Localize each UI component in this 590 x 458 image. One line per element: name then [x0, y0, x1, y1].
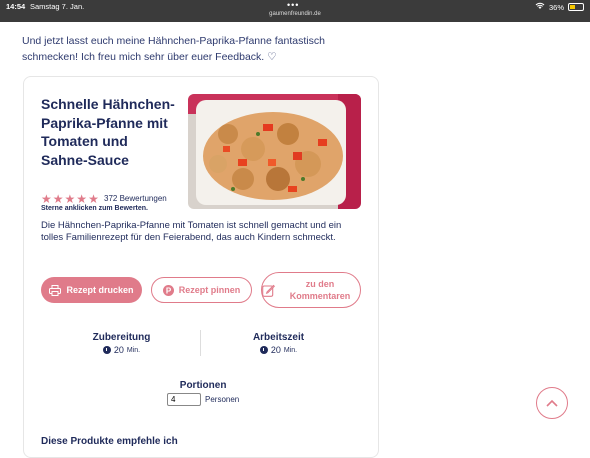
scroll-to-top-button[interactable]: [536, 387, 568, 419]
prep-time: Zubereitung 20 Min.: [79, 332, 164, 355]
prep-time-value: 20: [113, 345, 124, 355]
status-right: 36%: [535, 2, 584, 12]
star-icon[interactable]: ★: [53, 193, 64, 205]
clock-icon: [259, 346, 268, 354]
svg-text:P: P: [166, 286, 172, 295]
star-icon[interactable]: ★: [41, 193, 52, 205]
portions: Portionen Personen: [167, 380, 239, 406]
portions-unit: Personen: [205, 395, 240, 404]
recipe-photo: [188, 94, 361, 209]
status-time: 14:54: [6, 2, 26, 11]
wifi-icon: [535, 2, 545, 12]
info-divider: [200, 330, 201, 356]
status-date: Samstag 7. Jan.: [30, 2, 85, 11]
work-time-value: 20: [270, 345, 281, 355]
pin-recipe-button[interactable]: P Rezept pinnen: [151, 277, 252, 303]
star-icon[interactable]: ★: [65, 193, 76, 205]
pinterest-icon: P: [162, 284, 174, 296]
prep-time-unit: Min.: [126, 346, 141, 354]
edit-icon: [262, 284, 275, 297]
battery-icon: [568, 3, 584, 11]
recipe-description: Die Hähnchen-Paprika-Pfanne mit Tomaten …: [41, 220, 342, 243]
status-bar: 14:54 Samstag 7. Jan. ••• gaumenfreundin…: [0, 0, 590, 22]
rating-hint: Sterne anklicken zum Bewerten.: [41, 205, 148, 212]
work-time-label: Arbeitszeit: [252, 332, 305, 343]
comments-button[interactable]: zu den Kommentaren: [261, 272, 361, 308]
comments-label: zu den Kommentaren: [289, 279, 351, 301]
portions-input[interactable]: [167, 393, 201, 406]
chevron-up-icon: [546, 394, 558, 412]
address-url[interactable]: gaumenfreundin.de: [0, 11, 590, 17]
prep-time-label: Zubereitung: [92, 332, 151, 343]
star-icon[interactable]: ★: [76, 193, 87, 205]
rating-count: 372 Bewertungen: [104, 194, 167, 203]
work-time: Arbeitszeit 20 Min.: [236, 332, 321, 355]
portions-label: Portionen: [179, 380, 227, 391]
print-recipe-label: Rezept drucken: [66, 285, 134, 295]
recipe-title: Schnelle Hähnchen-Paprika-Pfanne mit Tom…: [41, 96, 175, 168]
multitask-dots[interactable]: •••: [287, 0, 299, 10]
intro-paragraph: Und jetzt lasst euch meine Hähnchen-Papr…: [22, 35, 325, 63]
star-icon[interactable]: ★: [88, 193, 99, 205]
printer-icon: [49, 284, 62, 296]
clock-icon: [102, 346, 111, 354]
pin-recipe-label: Rezept pinnen: [178, 285, 241, 295]
battery-percent: 36%: [548, 2, 564, 12]
rating-stars[interactable]: ★ ★ ★ ★ ★: [41, 193, 99, 205]
print-recipe-button[interactable]: Rezept drucken: [41, 277, 142, 303]
work-time-unit: Min.: [283, 346, 298, 354]
recipe-card: Schnelle Hähnchen-Paprika-Pfanne mit Tom…: [23, 76, 379, 458]
